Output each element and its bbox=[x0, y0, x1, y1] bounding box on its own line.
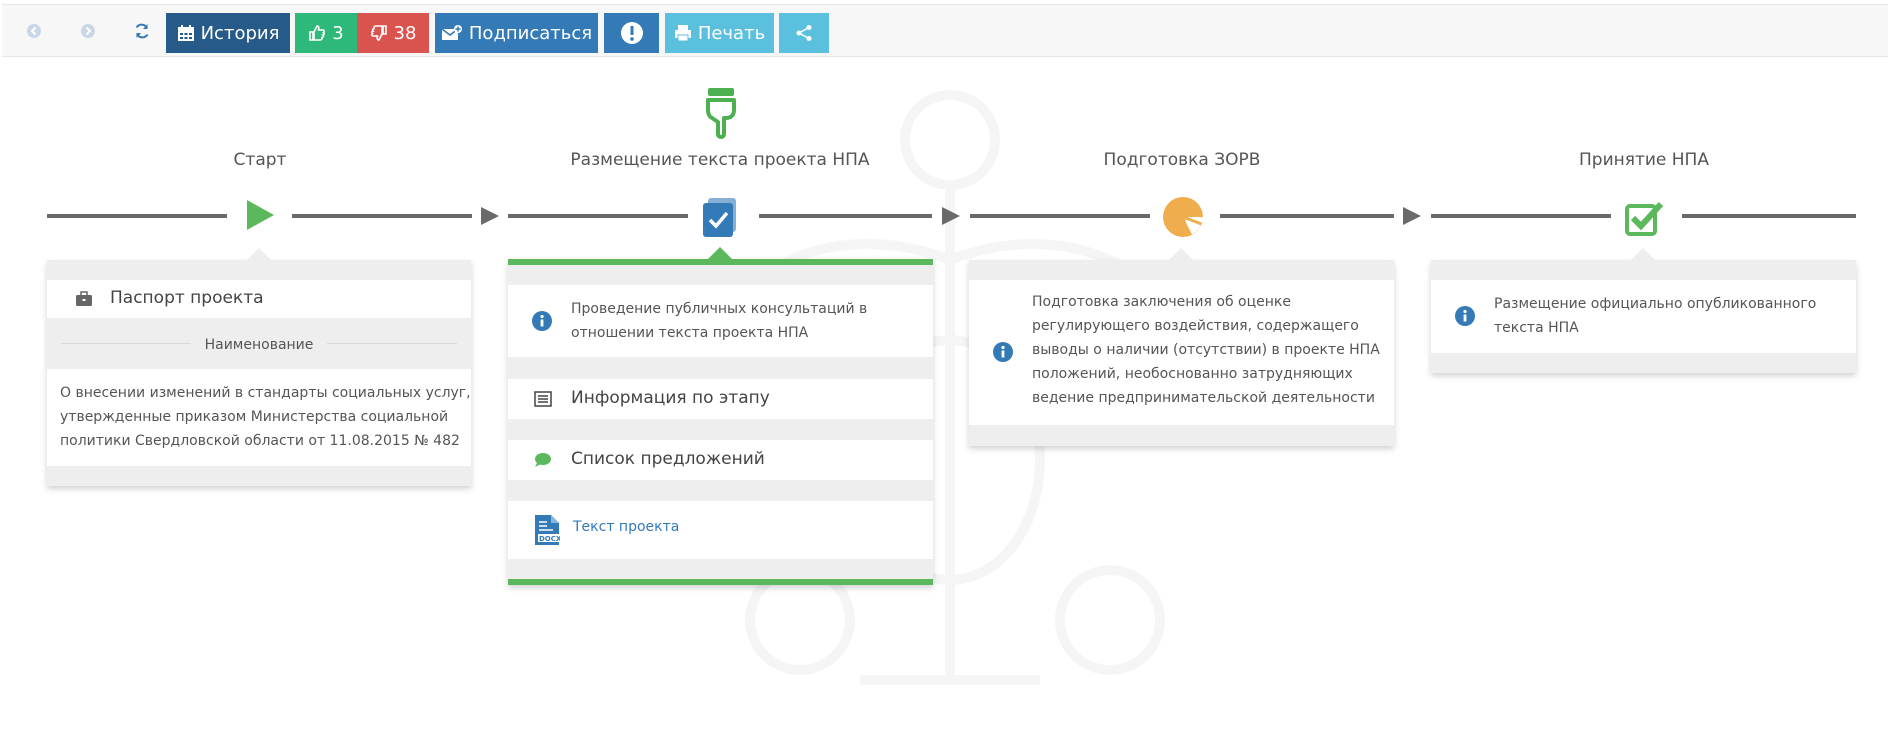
adoption-info-line: Размещение официально опубликованного bbox=[1494, 296, 1817, 312]
card-notch bbox=[1169, 248, 1193, 260]
adoption-info-line: текста НПА bbox=[1494, 320, 1579, 336]
stage-title-zorv: Подготовка ЗОРВ bbox=[1103, 150, 1261, 170]
timeline-line bbox=[970, 214, 1150, 218]
printer-icon bbox=[674, 25, 691, 42]
like-button[interactable]: 3 bbox=[295, 13, 357, 53]
history-button[interactable]: История bbox=[166, 13, 290, 53]
toolbar: История 3 38 Подписаться Печать bbox=[2, 4, 1888, 57]
stage-card-placement: Проведение публичных консультаций в отно… bbox=[508, 247, 933, 585]
project-name-line: утвержденные приказом Министерства социа… bbox=[60, 409, 449, 425]
comment-icon bbox=[535, 453, 551, 467]
timeline-arrow bbox=[481, 207, 499, 225]
print-label: Печать bbox=[697, 22, 766, 44]
zorv-info-line: ведение предпринимательской деятельности bbox=[1032, 390, 1375, 406]
stage-info-label: Информация по этапу bbox=[571, 388, 770, 408]
timeline-arrow bbox=[1403, 207, 1421, 225]
timeline-line bbox=[508, 214, 688, 218]
name-divider: Наименование bbox=[47, 334, 471, 353]
report-button[interactable] bbox=[604, 13, 659, 53]
checked-document-icon[interactable] bbox=[700, 196, 740, 238]
zorv-info-line: Подготовка заключения об оценке bbox=[1032, 294, 1291, 310]
proposals-label: Список предложений bbox=[571, 449, 765, 469]
project-name-line: О внесении изменений в стандарты социаль… bbox=[60, 385, 471, 401]
timeline-arrow bbox=[942, 207, 960, 225]
passport-label: Паспорт проекта bbox=[110, 288, 264, 308]
refresh-icon bbox=[135, 23, 149, 39]
calendar-icon bbox=[177, 25, 194, 41]
info-icon bbox=[993, 342, 1013, 362]
placement-info-line: отношении текста проекта НПА bbox=[571, 325, 809, 341]
project-text-link[interactable]: Текст проекта bbox=[573, 519, 679, 535]
stage-card-zorv: Подготовка заключения об оценке регулиру… bbox=[969, 248, 1394, 446]
timeline-line bbox=[1682, 214, 1856, 218]
zorv-info-line: регулирующего воздействия, содержащего bbox=[1032, 318, 1359, 334]
forward-button[interactable] bbox=[74, 17, 102, 45]
name-divider-label: Наименование bbox=[190, 337, 328, 353]
back-button[interactable] bbox=[20, 17, 48, 45]
current-stage-marker-icon bbox=[706, 88, 736, 139]
dislikes-count: 38 bbox=[393, 22, 417, 44]
adoption-info-block: Размещение официально опубликованного те… bbox=[1431, 280, 1856, 353]
exclamation-icon bbox=[620, 22, 643, 44]
card-notch bbox=[247, 248, 271, 260]
timeline-line bbox=[47, 214, 227, 218]
project-text-item[interactable]: DOCX Текст проекта bbox=[508, 501, 933, 559]
stage-title-placement: Размещение текста проекта НПА bbox=[570, 150, 870, 170]
likes-count: 3 bbox=[332, 22, 344, 44]
timeline-line bbox=[292, 214, 472, 218]
project-name-text: О внесении изменений в стандарты социаль… bbox=[60, 381, 471, 453]
stage-title-adoption: Принятие НПА bbox=[1579, 150, 1709, 170]
thumbs-up-icon bbox=[309, 25, 326, 41]
timeline-line bbox=[1220, 214, 1394, 218]
card-notch bbox=[1631, 248, 1655, 260]
stage-card-adoption: Размещение официально опубликованного те… bbox=[1431, 248, 1856, 373]
forward-arrow-icon bbox=[81, 24, 95, 38]
timeline-line bbox=[1431, 214, 1611, 218]
svg-text:DOCX: DOCX bbox=[539, 535, 560, 543]
info-icon bbox=[1455, 306, 1475, 326]
project-name-block: О внесении изменений в стандарты социаль… bbox=[47, 369, 471, 466]
stage-card-start: Паспорт проекта Наименование О внесении … bbox=[47, 248, 471, 486]
share-button[interactable] bbox=[779, 13, 829, 53]
zorv-info-line: выводы о наличии (отсутствии) в проекте … bbox=[1032, 342, 1380, 358]
placement-info-block: Проведение публичных консультаций в отно… bbox=[508, 285, 933, 357]
timeline-line bbox=[759, 214, 932, 218]
stage-title-start: Старт bbox=[233, 150, 287, 170]
card-notch bbox=[708, 247, 732, 259]
passport-header[interactable]: Паспорт проекта bbox=[47, 280, 471, 318]
project-name-line: политики Свердловской области от 11.08.2… bbox=[60, 433, 460, 449]
subscribe-label: Подписаться bbox=[468, 22, 593, 44]
checkbox-icon[interactable] bbox=[1624, 200, 1664, 236]
print-button[interactable]: Печать bbox=[665, 13, 774, 53]
adoption-info-text: Размещение официально опубликованного те… bbox=[1494, 292, 1816, 340]
proposals-item[interactable]: Список предложений bbox=[508, 440, 933, 480]
dislike-button[interactable]: 38 bbox=[357, 13, 429, 53]
zorv-info-text: Подготовка заключения об оценке регулиру… bbox=[1032, 290, 1380, 410]
envelope-plus-icon bbox=[441, 25, 462, 40]
back-arrow-icon bbox=[27, 24, 41, 38]
play-icon[interactable] bbox=[244, 198, 276, 232]
briefcase-icon bbox=[76, 291, 92, 306]
subscribe-button[interactable]: Подписаться bbox=[435, 13, 598, 53]
history-label: История bbox=[200, 22, 280, 44]
docx-file-icon: DOCX bbox=[535, 515, 560, 545]
refresh-button[interactable] bbox=[128, 17, 156, 45]
placement-info-line: Проведение публичных консультаций в bbox=[571, 301, 868, 317]
pie-chart-icon[interactable] bbox=[1162, 196, 1204, 238]
zorv-info-block: Подготовка заключения об оценке регулиру… bbox=[969, 280, 1394, 425]
placement-info-text: Проведение публичных консультаций в отно… bbox=[571, 297, 867, 345]
info-icon bbox=[532, 311, 552, 331]
share-icon bbox=[796, 25, 812, 41]
thumbs-down-icon bbox=[370, 25, 387, 41]
list-icon bbox=[534, 391, 552, 407]
stage-info-item[interactable]: Информация по этапу bbox=[508, 379, 933, 419]
zorv-info-line: положений, необоснованно затрудняющих bbox=[1032, 366, 1353, 382]
